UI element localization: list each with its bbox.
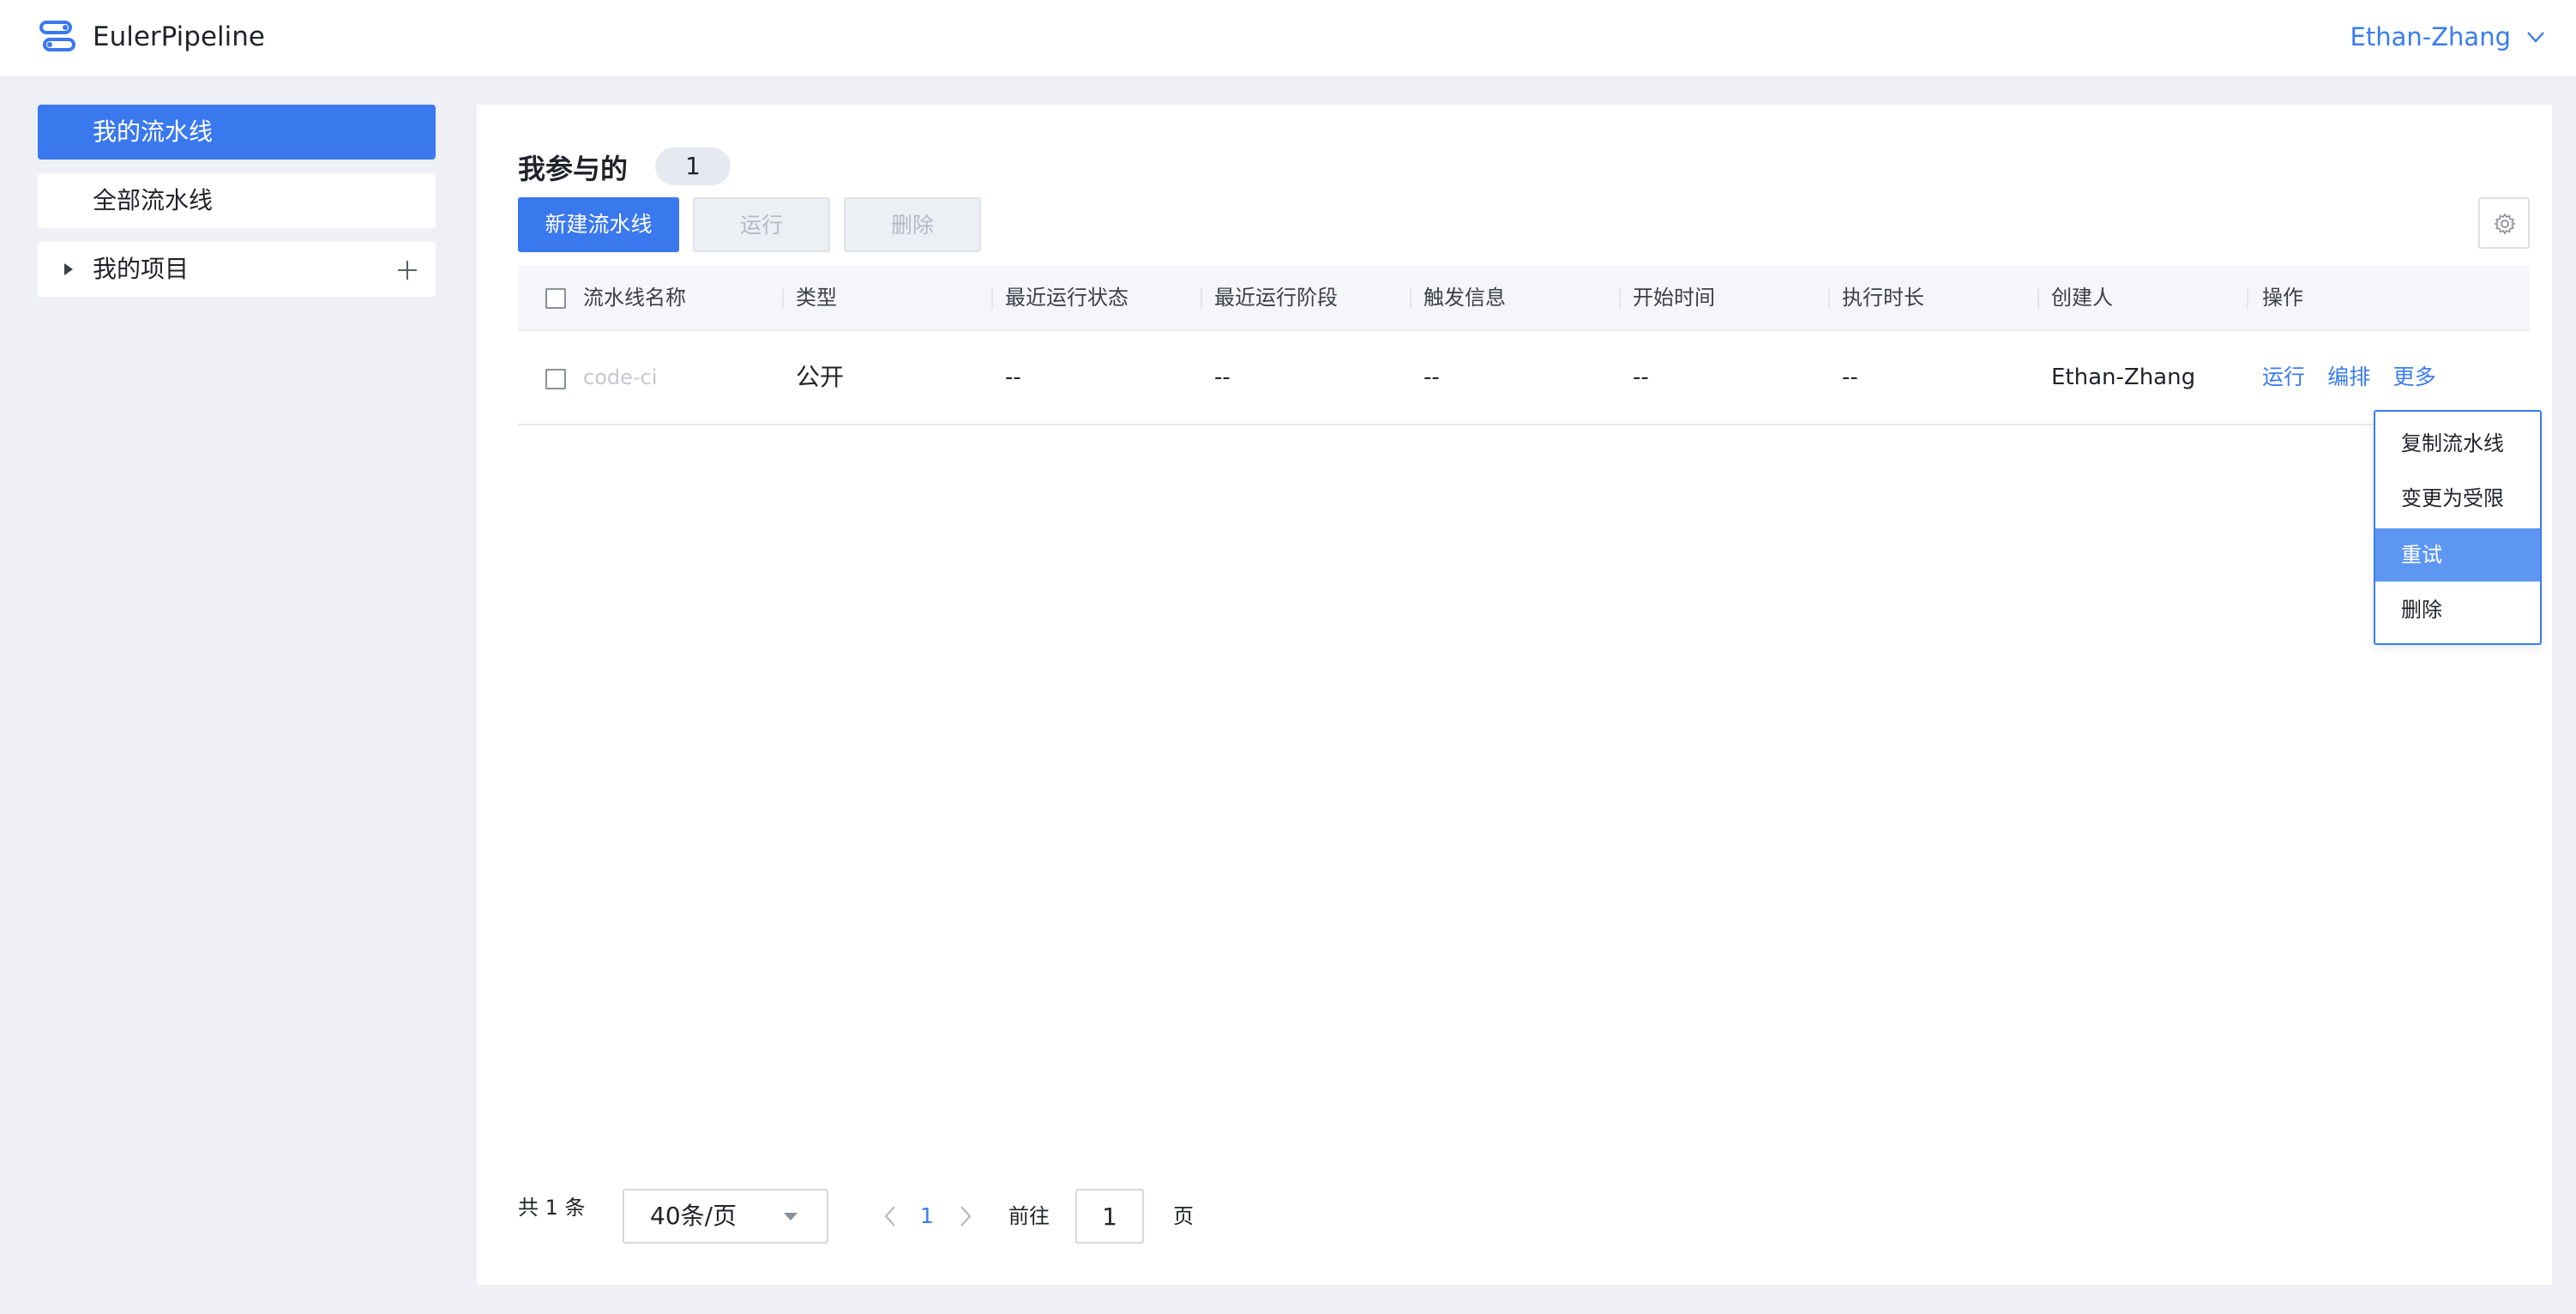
row-checkbox[interactable] — [545, 369, 566, 389]
sidebar-item-label: 我的项目 — [93, 255, 190, 283]
pipeline-logo-icon — [39, 21, 75, 51]
sidebar-item-all-pipelines[interactable]: 全部流水线 — [38, 173, 436, 228]
top-bar: EulerPipeline Ethan-Zhang — [0, 0, 2576, 75]
column-header: 开始时间 — [1633, 286, 1715, 310]
pagination-total: 共 1 条 — [518, 1196, 586, 1220]
table-settings-button[interactable] — [2478, 197, 2530, 249]
user-menu[interactable]: Ethan-Zhang — [2350, 17, 2512, 57]
menu-item-change-restricted[interactable]: 变更为受限 — [2375, 472, 2540, 525]
caret-down-icon — [784, 1213, 797, 1221]
goto-suffix: 页 — [1173, 1204, 1194, 1228]
count-badge: 1 — [655, 148, 731, 185]
app-title: EulerPipeline — [93, 21, 265, 52]
gear-icon — [2494, 213, 2516, 235]
page-size-value: 40条/页 — [650, 1202, 737, 1230]
menu-item-copy-pipeline[interactable]: 复制流水线 — [2375, 417, 2540, 470]
main-panel: 我参与的 1 新建流水线 运行 删除 流水线名称 类型 最近运行状态 最近运行阶… — [477, 105, 2552, 1285]
sidebar-item-my-projects[interactable]: 我的项目 — [38, 242, 436, 297]
column-divider[interactable] — [991, 288, 993, 309]
column-divider[interactable] — [2037, 288, 2039, 309]
column-header: 流水线名称 — [583, 286, 686, 310]
goto-label: 前往 — [1008, 1204, 1050, 1228]
column-header: 类型 — [796, 286, 837, 310]
chevron-down-icon[interactable] — [2525, 26, 2547, 48]
last-run-status: -- — [1005, 365, 1021, 390]
column-header: 最近运行阶段 — [1214, 286, 1338, 310]
column-divider[interactable] — [1201, 288, 1202, 309]
row-edit-link[interactable]: 编排 — [2327, 365, 2370, 389]
table-header: 流水线名称 类型 最近运行状态 最近运行阶段 触发信息 开始时间 执行时长 创建… — [518, 266, 2530, 331]
column-header: 操作 — [2262, 286, 2303, 310]
column-header: 创建人 — [2051, 286, 2113, 310]
page-number-current[interactable]: 1 — [914, 1197, 940, 1235]
new-pipeline-button[interactable]: 新建流水线 — [518, 197, 679, 252]
start-time: -- — [1633, 365, 1649, 390]
last-run-stage: -- — [1214, 365, 1231, 390]
sidebar-item-label: 我的流水线 — [93, 118, 214, 146]
menu-item-retry[interactable]: 重试 — [2375, 528, 2540, 582]
creator: Ethan-Zhang — [2051, 365, 2196, 390]
row-more-link[interactable]: 更多 — [2393, 365, 2436, 389]
menu-item-delete[interactable]: 删除 — [2375, 583, 2540, 636]
column-divider[interactable] — [1619, 288, 1621, 309]
table-row[interactable]: code-ci 公开 -- -- -- -- -- Ethan-Zhang 运行… — [518, 331, 2530, 425]
column-divider[interactable] — [2247, 288, 2248, 309]
add-project-icon[interactable] — [396, 259, 418, 281]
select-all-checkbox[interactable] — [545, 288, 566, 309]
sidebar-item-label: 全部流水线 — [93, 186, 214, 214]
chevron-right-icon[interactable] — [957, 1204, 974, 1228]
duration: -- — [1842, 365, 1858, 390]
goto-page-input[interactable] — [1075, 1189, 1144, 1244]
page-size-select[interactable]: 40条/页 — [623, 1189, 828, 1244]
column-header: 触发信息 — [1423, 286, 1506, 310]
trigger-info: -- — [1423, 365, 1440, 390]
chevron-left-icon[interactable] — [882, 1204, 899, 1228]
row-run-link[interactable]: 运行 — [2262, 365, 2305, 389]
column-divider[interactable] — [1828, 288, 1830, 309]
pipeline-name-link[interactable]: code-ci — [583, 331, 657, 424]
more-actions-menu: 复制流水线 变更为受限 重试 删除 — [2374, 410, 2542, 645]
column-header: 执行时长 — [1842, 286, 1924, 310]
column-header: 最近运行状态 — [1005, 286, 1129, 310]
delete-button[interactable]: 删除 — [844, 197, 981, 252]
run-button[interactable]: 运行 — [693, 197, 830, 252]
column-divider[interactable] — [1410, 288, 1411, 309]
page-title: 我参与的 — [518, 153, 629, 185]
column-divider[interactable] — [782, 288, 784, 309]
pipeline-type: 公开 — [796, 363, 845, 391]
sidebar-item-my-pipelines[interactable]: 我的流水线 — [38, 105, 436, 160]
caret-right-icon[interactable] — [60, 261, 77, 278]
